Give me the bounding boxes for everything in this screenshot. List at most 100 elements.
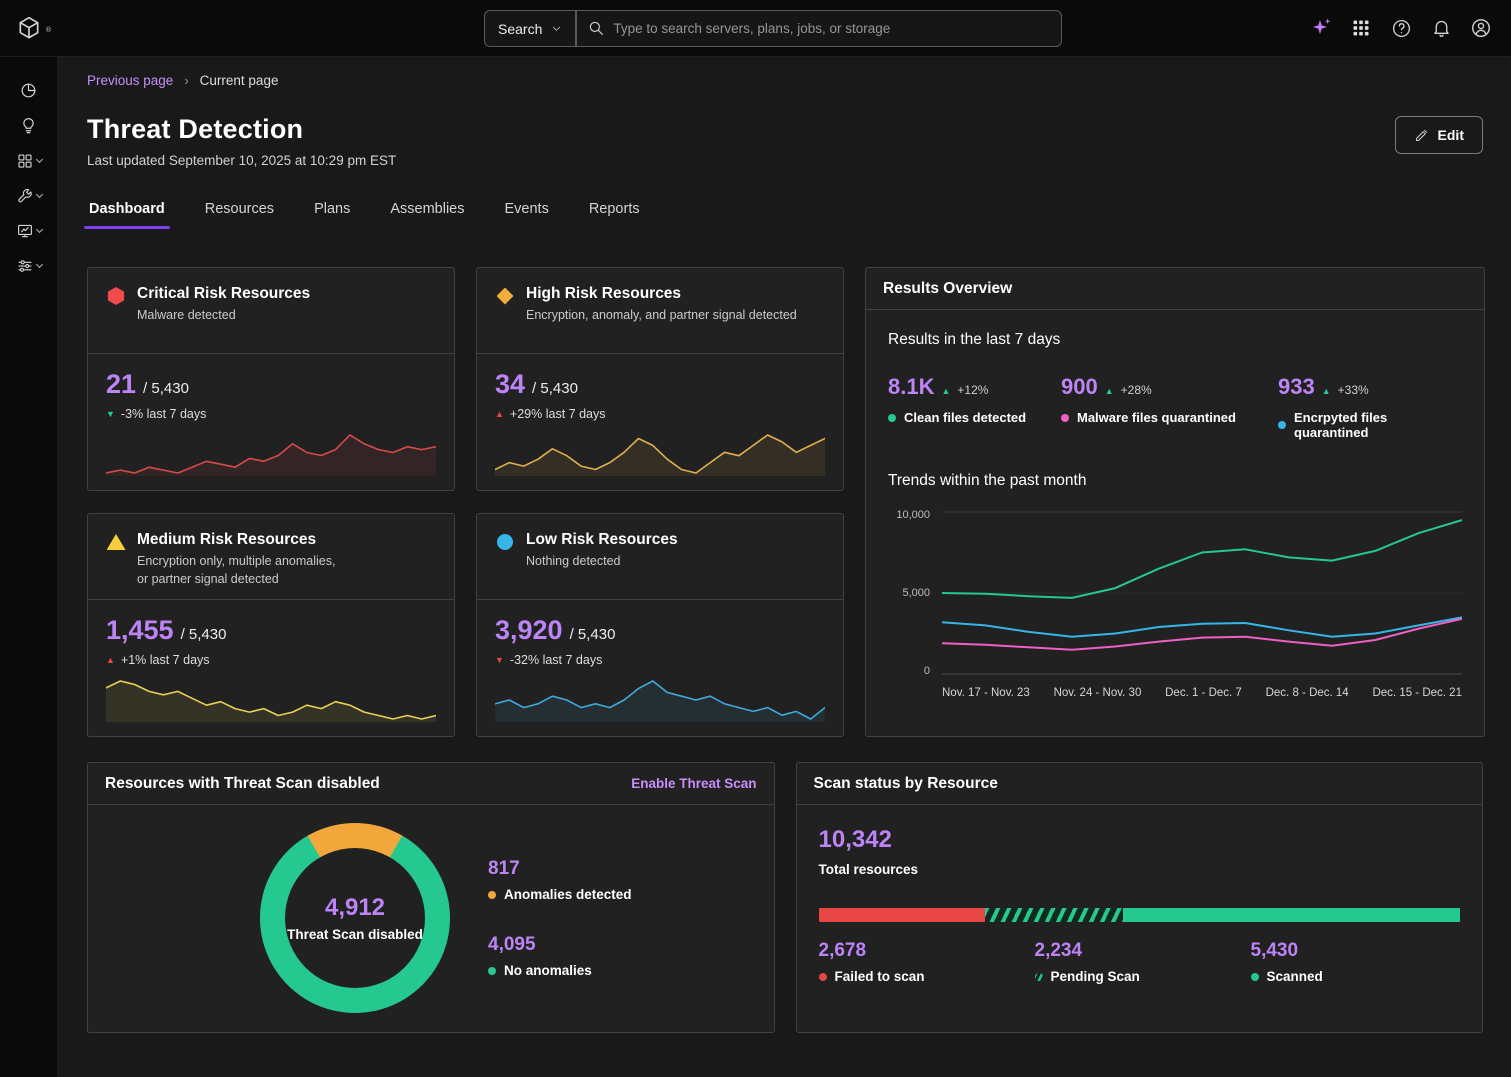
breadcrumb-current: Current page [200,73,279,88]
chevron-down-icon [35,190,42,197]
legend-dot-hatched [1035,973,1043,981]
page-title: Threat Detection [87,114,396,145]
last-updated-text: Last updated September 10, 2025 at 10:29… [87,153,396,168]
trend-text: -3% last 7 days [121,407,206,421]
stat-clean-files: 8.1K ▲ +12% Clean files detected [888,374,1061,440]
card-title: Low Risk Resources [526,531,678,549]
stat-label: Malware files quarantined [1077,410,1236,425]
legend-value: 2,678 [819,940,1035,962]
apps-icon[interactable] [7,147,51,174]
breadcrumb-previous-link[interactable]: Previous page [87,73,173,88]
donut-center-label: Threat Scan disabled [287,927,423,942]
stat-malware-files: 900 ▲ +28% Malware files quarantined [1061,374,1278,440]
trend-arrow-icon: ▲ [1322,387,1331,396]
tab-resources[interactable]: Resources [203,201,276,229]
search-scope-dropdown[interactable]: Search [484,10,576,47]
panel-title: Results Overview [883,280,1012,298]
card-subtitle: Malware detected [137,307,310,324]
legend-item-anomalies: 817 Anomalies detected [488,858,632,902]
sparkline-chart [106,432,436,476]
scan-status-card: Scan status by Resource 10,342 Total res… [796,762,1484,1033]
legend-dot [1251,973,1259,981]
tab-dashboard[interactable]: Dashboard [87,201,167,229]
user-avatar-icon[interactable] [1463,10,1499,46]
pie-chart-icon[interactable] [7,77,51,104]
help-icon[interactable] [1383,10,1419,46]
tab-events[interactable]: Events [502,201,550,229]
scan-bar-segment-2 [985,908,1124,922]
main-content: Previous page › Current page Threat Dete… [57,57,1511,1077]
metric-denominator: / 5,430 [532,380,578,397]
results-overview-panel: Results Overview Results in the last 7 d… [865,267,1485,737]
top-bar-actions [1303,0,1499,56]
app-logo[interactable]: ® [0,15,57,41]
chevron-down-icon [35,260,42,267]
legend-value: 4,095 [488,934,632,956]
search-input[interactable] [576,10,1062,47]
metric-denominator: / 5,430 [570,626,616,643]
legend-dot [488,967,496,975]
page-tabs: Dashboard Resources Plans Assemblies Eve… [87,201,1483,229]
x-tick: Nov. 17 - Nov. 23 [942,687,1030,699]
total-resources-label: Total resources [819,862,1461,877]
card-subtitle-line2: or partner signal detected [137,571,335,588]
legend-dot [819,973,827,981]
tab-assemblies[interactable]: Assemblies [388,201,466,229]
notifications-icon[interactable] [1423,10,1459,46]
section-title-last-7-days: Results in the last 7 days [888,331,1462,349]
low-risk-card: Low Risk Resources Nothing detected 3,92… [476,513,844,737]
wrench-icon[interactable] [7,182,51,209]
sparkle-icon[interactable] [1303,10,1339,46]
edit-button-label: Edit [1438,127,1464,143]
card-title: Scan status by Resource [814,775,998,793]
metric-value: 21 [106,369,136,400]
legend-item-scanned: 5,430 Scanned [1251,940,1461,984]
legend-value: 5,430 [1251,940,1461,962]
total-resources-value: 10,342 [819,826,1461,854]
metric-value: 1,455 [106,615,174,646]
section-title-trends: Trends within the past month [888,472,1462,490]
legend-label: Failed to scan [835,969,925,984]
legend-label: Anomalies detected [504,887,632,902]
metric-denominator: / 5,430 [143,380,189,397]
top-bar: ® Search [0,0,1511,57]
edit-button[interactable]: Edit [1395,116,1483,154]
stat-delta: +12% [957,383,988,397]
enable-threat-scan-link[interactable]: Enable Threat Scan [631,776,756,791]
metric-value: 34 [495,369,525,400]
apps-grid-icon[interactable] [1343,10,1379,46]
y-tick: 5,000 [902,587,930,599]
threat-scan-donut-chart: 4,912 Threat Scan disabled [260,823,450,1013]
breadcrumb-separator: › [184,73,188,88]
stat-label: Encrpyted files quarantined [1294,410,1462,440]
legend-label: Pending Scan [1051,969,1140,984]
global-search: Search [484,10,1062,47]
trend-arrow-icon: ▲ [495,410,504,419]
card-subtitle: Encryption only, multiple anomalies, [137,553,335,570]
tab-reports[interactable]: Reports [587,201,642,229]
scan-bar-segment-3 [1123,908,1460,922]
lightbulb-icon[interactable] [7,112,51,139]
legend-dot [1278,421,1286,429]
sparkline-chart [495,678,825,722]
metric-denominator: / 5,430 [181,626,227,643]
sparkline-chart [495,432,825,476]
stat-label: Clean files detected [904,410,1026,425]
legend-label: Scanned [1267,969,1323,984]
donut-center-value: 4,912 [325,894,385,922]
triangle-icon [107,534,126,550]
card-title: High Risk Resources [526,285,797,303]
high-risk-card: High Risk Resources Encryption, anomaly,… [476,267,844,491]
legend-dot [488,891,496,899]
sliders-icon[interactable] [7,252,51,279]
medium-risk-card: Medium Risk Resources Encryption only, m… [87,513,455,737]
x-tick: Dec. 1 - Dec. 7 [1165,687,1242,699]
stat-delta: +33% [1338,383,1369,397]
scan-bar-segment-1 [819,908,985,922]
results-stats: 8.1K ▲ +12% Clean files detected [888,374,1462,440]
tab-plans[interactable]: Plans [312,201,352,229]
diamond-icon [497,288,514,305]
card-subtitle: Encryption, anomaly, and partner signal … [526,307,797,324]
monitor-chart-icon[interactable] [7,217,51,244]
trend-arrow-icon: ▲ [941,387,950,396]
